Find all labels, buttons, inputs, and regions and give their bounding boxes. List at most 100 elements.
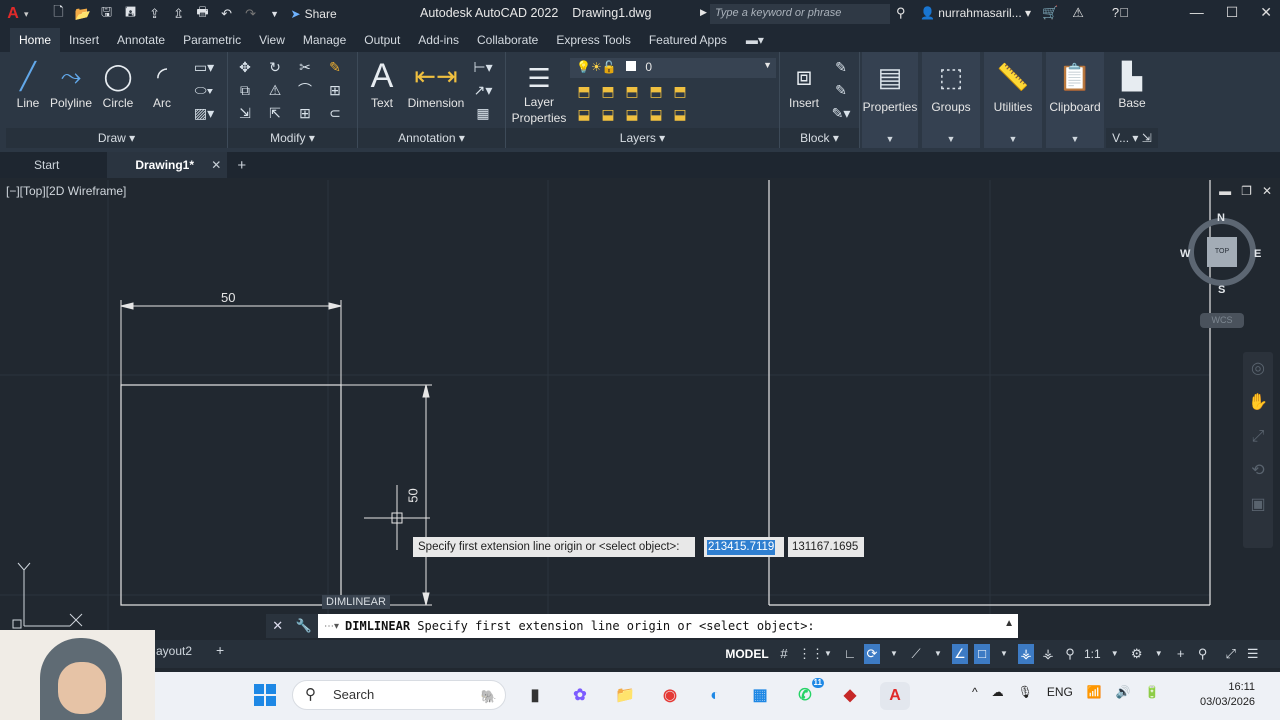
save-as-icon[interactable]: 🖪 — [121, 3, 141, 25]
tab-parametric[interactable]: Parametric — [174, 28, 250, 52]
ribbon-display-toggle-icon[interactable]: ▬▾ — [746, 33, 764, 47]
drawing-canvas[interactable]: 50 50 [−][Top][2D Wireframe] ▬ ❐ ✕ TOP N… — [0, 180, 1280, 638]
language-indicator[interactable]: ENG — [1047, 685, 1073, 699]
taskbar-search[interactable]: ⚲ Search 🐘 — [292, 680, 506, 710]
copilot-icon[interactable]: ✿ — [565, 682, 595, 710]
tab-output[interactable]: Output — [355, 28, 409, 52]
osnap-dropdown-icon[interactable]: ▼ — [996, 644, 1012, 664]
layers-panel-title[interactable]: Layers ▾ — [506, 128, 779, 148]
layer-tool-icon[interactable]: ⬒ — [644, 80, 668, 103]
wifi-icon[interactable]: 📶 — [1087, 685, 1102, 699]
offset-icon[interactable]: ⊂ — [320, 102, 350, 125]
arc-button[interactable]: ◜ Arc — [144, 56, 180, 110]
tab-layout2[interactable]: ayout2 — [156, 644, 192, 658]
layer-tool-icon[interactable]: ⬒ — [668, 80, 692, 103]
autocad-taskbar-icon[interactable]: A — [880, 682, 910, 710]
trim-icon[interactable]: ✂ — [290, 56, 320, 79]
network-status-icon[interactable]: ☁ — [992, 685, 1004, 699]
hatch-icon[interactable]: ▨▾ — [184, 102, 224, 125]
snap-icon[interactable]: ⋮⋮ — [798, 644, 824, 664]
mirror-icon[interactable]: ⚠ — [260, 79, 290, 102]
layer-dropdown[interactable]: 💡☀🔓 0 ▼ — [570, 58, 776, 78]
cart-icon[interactable]: 🛒 — [1042, 5, 1058, 21]
taskbar-clock[interactable]: 16:11 03/03/2026 — [1200, 680, 1255, 710]
share-button[interactable]: ➤ Share — [291, 7, 337, 21]
open-folder-icon[interactable]: 📂 — [73, 6, 93, 22]
layer-tool-icon[interactable]: ⬓ — [644, 103, 668, 126]
close-command-icon[interactable]: ✕ — [272, 618, 283, 634]
plot-icon[interactable]: 🖶 — [193, 3, 213, 25]
save-icon[interactable]: 🖫 — [97, 3, 117, 25]
share-drawing-icon[interactable]: ⇫ — [169, 6, 189, 22]
maximize-icon[interactable]: ☐ — [1226, 4, 1239, 21]
redo-icon[interactable]: ↷ — [241, 6, 261, 22]
command-line[interactable]: ✕ 🔧 ⋯▾ DIMLINEAR Specify first extension… — [266, 614, 1018, 638]
isodraft-icon[interactable]: ⟋ — [908, 644, 924, 664]
edit-block-icon[interactable]: ✎ — [828, 79, 854, 102]
layer-tool-icon[interactable]: ⬒ — [620, 80, 644, 103]
iso-dropdown-icon[interactable]: ▼ — [930, 644, 946, 664]
ellipse-icon[interactable]: ⬭▾ — [184, 79, 224, 102]
circle-button[interactable]: ◯ Circle — [98, 56, 138, 110]
scale-dropdown-icon[interactable]: ▼ — [1107, 644, 1123, 664]
compass-north[interactable]: N — [1217, 212, 1225, 224]
pan-icon[interactable]: ✋ — [1243, 386, 1273, 420]
autoscale-icon[interactable]: ⚶ — [1040, 644, 1056, 664]
annotation-panel-title[interactable]: Annotation ▾ — [358, 128, 505, 148]
polar-icon[interactable]: ⟳ — [864, 644, 880, 664]
orbit-icon[interactable]: ⟲ — [1243, 454, 1273, 488]
tab-home[interactable]: Home — [10, 28, 61, 52]
annotation-scale-value[interactable]: 1:1 — [1084, 644, 1101, 664]
recent-commands-icon[interactable]: ⋯▾ — [324, 621, 339, 632]
microsoft-store-icon[interactable]: ▦ — [745, 682, 775, 710]
scale-icon[interactable]: ⇱ — [260, 102, 290, 125]
upload-icon[interactable]: ⇪ — [145, 6, 165, 22]
viewcube-top-face[interactable]: TOP — [1207, 237, 1237, 267]
isolate-objects-icon[interactable]: ⚲ — [1195, 644, 1211, 664]
help-icon[interactable]: ?⃝ — [1112, 5, 1129, 21]
customization-menu-icon[interactable]: ☰ — [1245, 644, 1261, 664]
tab-express-tools[interactable]: Express Tools — [547, 28, 639, 52]
new-file-icon[interactable]: 🗋 — [49, 3, 69, 25]
windows-start-icon[interactable] — [254, 684, 276, 706]
chevron-up-icon[interactable]: ▲ — [1004, 618, 1014, 629]
explode-icon[interactable]: ⊞ — [320, 79, 350, 102]
tab-start[interactable]: Start — [0, 152, 107, 178]
layer-tool-icon[interactable]: ⬒ — [572, 80, 596, 103]
compass-west[interactable]: W — [1180, 248, 1190, 260]
autocad-logo-icon[interactable]: A — [0, 0, 26, 28]
app-menu-arrow-icon[interactable]: ▾ — [24, 9, 29, 20]
fillet-icon[interactable]: ⌒ — [290, 79, 320, 102]
layer-tool-icon[interactable]: ⬓ — [572, 103, 596, 126]
model-space-button[interactable]: MODEL — [722, 644, 772, 664]
dimension-button[interactable]: ⇤⇥ Dimension — [404, 56, 468, 110]
steering-wheel-icon[interactable]: ◎ — [1243, 352, 1273, 386]
microphone-icon[interactable]: 🎙 — [1018, 685, 1033, 699]
tab-collaborate[interactable]: Collaborate — [468, 28, 547, 52]
insert-block-button[interactable]: ⧈ Insert — [782, 56, 826, 110]
layer-tool-icon[interactable]: ⬒ — [596, 80, 620, 103]
draw-panel-title[interactable]: Draw ▾ — [6, 128, 227, 148]
tab-drawing1[interactable]: Drawing1* ✕ — [107, 152, 228, 178]
polar-dropdown-icon[interactable]: ▼ — [886, 644, 902, 664]
clipboard-button[interactable]: 📋 Clipboard ▼ — [1046, 52, 1104, 148]
create-block-icon[interactable]: ✎ — [828, 56, 854, 79]
media-app-icon[interactable]: ◆ — [835, 682, 865, 710]
wcs-menu[interactable]: WCS — [1200, 313, 1244, 328]
workspace-gear-icon[interactable]: ⚙ — [1129, 644, 1145, 664]
object-snap-tracking-icon[interactable]: ∠ — [952, 644, 968, 664]
search-expand-arrow-icon[interactable]: ▶ — [700, 7, 707, 18]
block-attribute-icon[interactable]: ✎▾ — [828, 102, 854, 125]
text-button[interactable]: A Text — [364, 56, 400, 110]
viewport-controls-label[interactable]: [−][Top][2D Wireframe] — [6, 184, 126, 198]
viewport-restore-icon[interactable]: ❐ — [1241, 184, 1252, 198]
snap-dropdown-icon[interactable]: ▼ — [820, 644, 836, 664]
customize-qat-icon[interactable]: ▼ — [265, 9, 285, 19]
annotation-visibility-icon[interactable]: ⚶ — [1018, 644, 1034, 664]
whatsapp-icon[interactable]: ✆ 11 — [790, 678, 824, 710]
viewport-minimize-icon[interactable]: ▬ — [1219, 184, 1231, 198]
annotation-monitor-icon[interactable]: + — [1173, 644, 1189, 664]
battery-icon[interactable]: 🔋 — [1145, 685, 1160, 699]
modify-panel-title[interactable]: Modify ▾ — [228, 128, 357, 148]
groups-button[interactable]: ⬚ Groups ▼ — [922, 52, 980, 148]
